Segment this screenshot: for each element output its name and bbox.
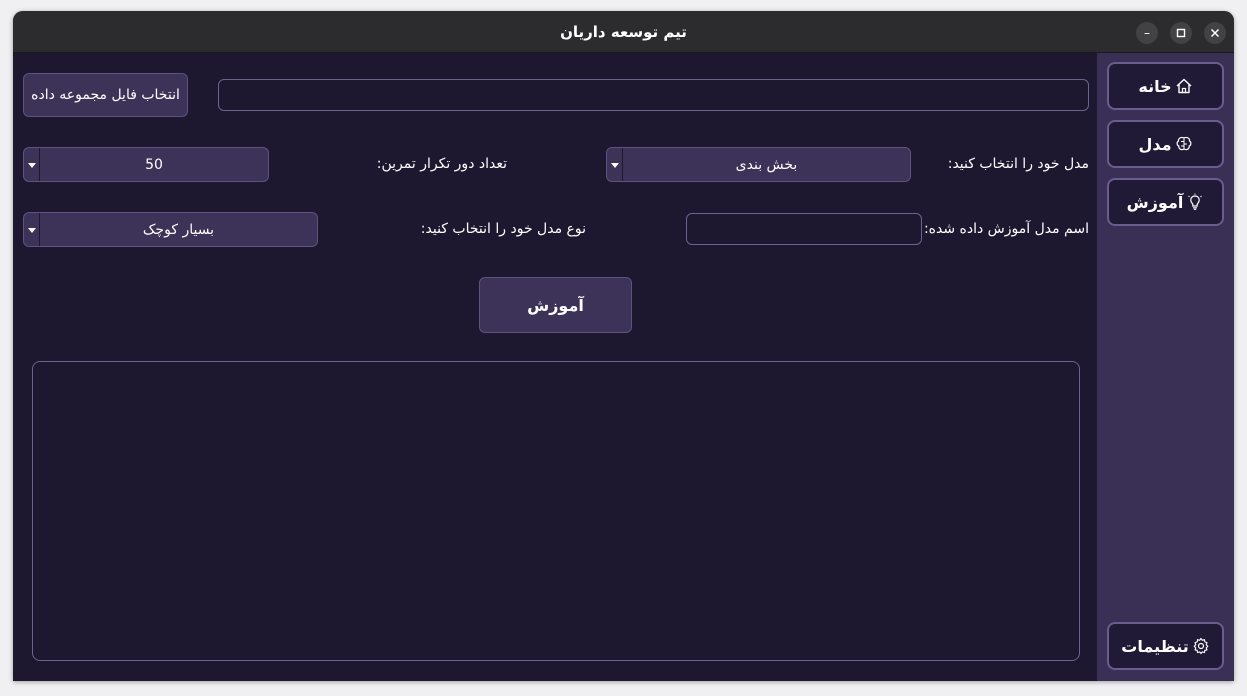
trained-model-name-label: اسم مدل آموزش داده شده:	[923, 221, 1089, 237]
sidebar-item-label: خانه	[1138, 76, 1172, 96]
sidebar-item-model[interactable]: مدل	[1107, 120, 1224, 168]
epochs-value: 50	[145, 156, 163, 173]
model-type-label: نوع مدل خود را انتخاب کنید:	[420, 221, 586, 237]
chevron-down-icon	[28, 162, 36, 168]
sidebar-item-label: تنظیمات	[1121, 636, 1189, 656]
brain-icon	[1176, 136, 1191, 151]
sidebar-item-settings[interactable]: تنظیمات	[1107, 622, 1224, 670]
dataset-path-input[interactable]	[218, 79, 1089, 111]
model-select-value: بخش بندی	[735, 156, 798, 173]
title-bar: تیم توسعه داریان –	[13, 11, 1234, 53]
train-button[interactable]: آموزش	[479, 277, 632, 333]
chevron-down-icon	[611, 162, 619, 168]
close-icon	[1210, 28, 1220, 38]
log-output-area[interactable]	[32, 361, 1080, 661]
model-select-combo[interactable]: بخش بندی	[606, 147, 911, 182]
model-type-dropdown-button[interactable]	[24, 213, 40, 246]
trained-model-name-input[interactable]	[686, 213, 922, 245]
sidebar-item-label: آموزش	[1126, 192, 1184, 212]
epochs-dropdown-button[interactable]	[24, 148, 40, 181]
gear-icon	[1193, 637, 1209, 655]
home-icon	[1176, 78, 1192, 94]
model-select-dropdown-button[interactable]	[607, 148, 623, 181]
maximize-button[interactable]	[1170, 22, 1192, 44]
sidebar-item-home[interactable]: خانه	[1107, 62, 1224, 110]
maximize-icon	[1176, 28, 1186, 38]
minimize-button[interactable]: –	[1136, 22, 1158, 44]
close-button[interactable]	[1204, 22, 1226, 44]
model-type-combo[interactable]: بسیار کوچک	[23, 212, 318, 247]
window-title: تیم توسعه داریان	[560, 23, 687, 41]
sidebar-item-label: مدل	[1138, 134, 1172, 154]
epochs-combo[interactable]: 50	[23, 147, 269, 182]
main-content: انتخاب فایل مجموعه داده مدل خود را انتخا…	[13, 53, 1097, 681]
sidebar-item-training[interactable]: آموزش	[1107, 178, 1224, 226]
model-select-label: مدل خود را انتخاب کنید:	[947, 156, 1089, 172]
chevron-down-icon	[28, 227, 36, 233]
select-dataset-button[interactable]: انتخاب فایل مجموعه داده	[23, 73, 188, 117]
model-type-value: بسیار کوچک	[142, 221, 215, 238]
lightbulb-icon	[1188, 193, 1203, 210]
minimize-icon: –	[1144, 26, 1150, 40]
app-window: تیم توسعه داریان – انتخاب فایل مجموعه دا…	[13, 11, 1234, 681]
select-dataset-label: انتخاب فایل مجموعه داده	[31, 87, 180, 103]
sidebar: خانه مدل آموزش تنظیمات	[1097, 53, 1234, 681]
train-button-label: آموزش	[527, 295, 584, 315]
epochs-label: تعداد دور تکرار تمرین:	[376, 156, 507, 172]
